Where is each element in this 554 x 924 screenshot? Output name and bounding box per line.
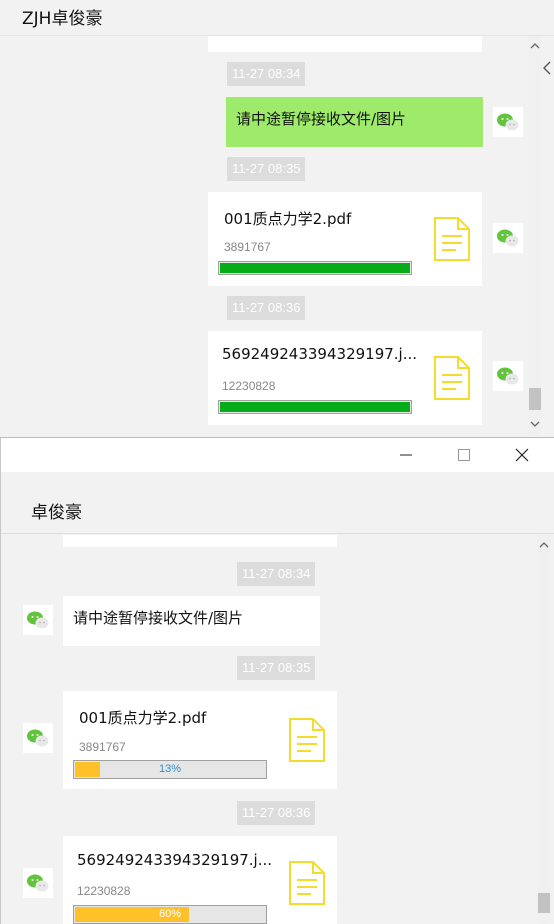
previous-file-card[interactable] — [208, 36, 482, 52]
wechat-avatar-icon[interactable] — [23, 723, 53, 753]
message-text: 请中途暂停接收文件/图片 — [236, 110, 407, 128]
chat-title: 卓俊豪 — [31, 503, 82, 523]
file-name: 569249243394329197.j... — [77, 851, 273, 869]
document-icon — [434, 217, 470, 261]
sent-text-bubble[interactable]: 请中途暂停接收文件/图片 — [226, 97, 483, 147]
wechat-avatar-icon[interactable] — [493, 107, 523, 137]
timestamp: 11-27 08:36 — [237, 801, 316, 825]
bottom-chat-window: 卓俊豪 11-27 08:34 请中途暂停接收文件/图片 11-27 08:35 — [0, 437, 554, 924]
previous-file-card[interactable] — [63, 535, 337, 547]
file-name: 001质点力学2.pdf — [79, 709, 207, 727]
chevron-up-icon[interactable] — [539, 541, 549, 549]
chevron-down-icon[interactable] — [530, 420, 540, 428]
file-card[interactable]: 569249243394329197.j... 12230828 — [208, 331, 482, 425]
message-text: 请中途暂停接收文件/图片 — [73, 609, 244, 627]
chat-header: 卓俊豪 — [1, 472, 554, 534]
minimize-icon — [400, 454, 412, 456]
wechat-avatar-icon[interactable] — [23, 605, 53, 635]
wechat-avatar-icon[interactable] — [23, 868, 53, 898]
window-caption-bar — [1, 438, 554, 472]
close-icon — [515, 448, 529, 462]
chat-title: ZJH卓俊豪 — [22, 9, 103, 29]
file-card[interactable]: 569249243394329197.j... 12230828 60% — [63, 836, 337, 924]
file-card[interactable]: 001质点力学2.pdf 3891767 13% — [63, 691, 337, 789]
timestamp: 11-27 08:36 — [227, 296, 306, 320]
maximize-button[interactable] — [435, 438, 493, 472]
vertical-scrollbar[interactable] — [537, 535, 551, 924]
scrollbar-thumb[interactable] — [529, 388, 541, 410]
wechat-avatar-icon[interactable] — [493, 223, 523, 253]
file-name: 001质点力学2.pdf — [224, 210, 352, 228]
timestamp: 11-27 08:34 — [237, 562, 316, 586]
vertical-scrollbar[interactable] — [528, 36, 542, 436]
timestamp: 11-27 08:35 — [237, 656, 316, 680]
wechat-avatar-icon[interactable] — [493, 361, 523, 391]
file-size: 3891767 — [224, 240, 271, 254]
document-icon — [434, 356, 470, 400]
maximize-icon — [458, 449, 470, 461]
document-icon — [289, 861, 325, 905]
scrollbar-thumb[interactable] — [538, 893, 550, 913]
file-card[interactable]: 001质点力学2.pdf 3891767 — [208, 192, 482, 286]
timestamp: 11-27 08:35 — [227, 157, 306, 181]
file-progress-bar — [218, 400, 412, 414]
file-progress-bar: 60% — [73, 905, 267, 924]
top-chat-window: ZJH卓俊豪 11-27 08:34 请中途暂停接收文件/图片 11-27 08… — [0, 0, 554, 436]
message-list[interactable]: 11-27 08:34 请中途暂停接收文件/图片 11-27 08:35 001… — [1, 535, 537, 924]
file-size: 3891767 — [79, 740, 126, 754]
received-text-bubble[interactable]: 请中途暂停接收文件/图片 — [63, 596, 320, 646]
file-progress-bar — [218, 261, 412, 275]
chevron-up-icon[interactable] — [530, 42, 540, 50]
file-progress-bar: 13% — [73, 760, 267, 779]
minimize-button[interactable] — [377, 438, 435, 472]
chat-title-bar: ZJH卓俊豪 — [0, 0, 554, 36]
timestamp: 11-27 08:34 — [227, 62, 306, 86]
file-size: 12230828 — [222, 379, 276, 393]
file-name: 569249243394329197.j... — [222, 345, 418, 363]
file-size: 12230828 — [77, 884, 131, 898]
progress-label: 13% — [158, 763, 182, 775]
progress-label: 60% — [158, 908, 182, 920]
close-button[interactable] — [493, 438, 551, 472]
document-icon — [289, 718, 325, 762]
message-list[interactable]: 11-27 08:34 请中途暂停接收文件/图片 11-27 08:35 001… — [0, 36, 528, 436]
